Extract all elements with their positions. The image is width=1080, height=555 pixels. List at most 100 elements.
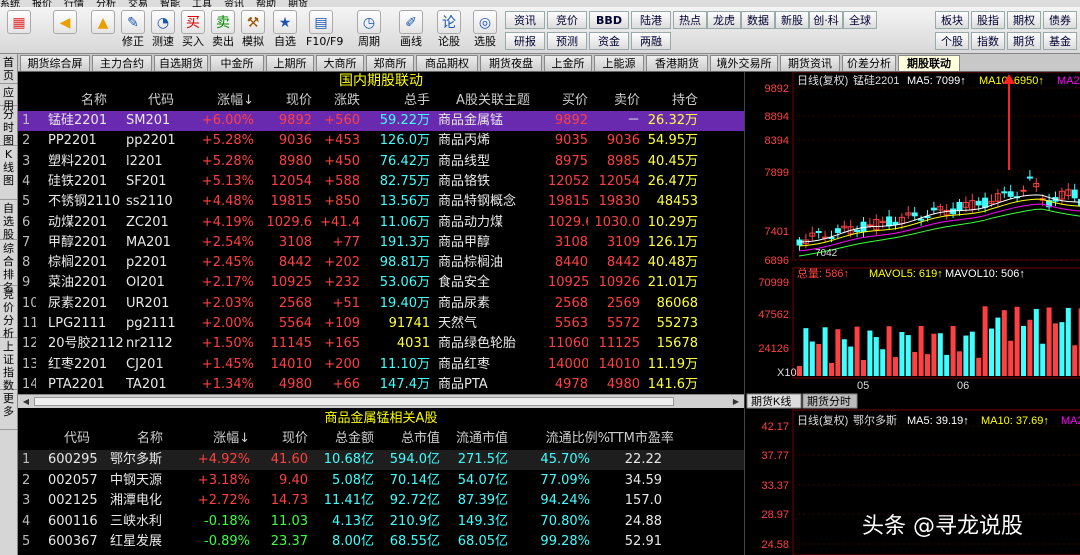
quick-link-0-6[interactable]: 数据 bbox=[741, 11, 775, 29]
menu-item[interactable]: 行情 bbox=[64, 0, 84, 7]
quick-link-1-10[interactable]: 个股 bbox=[935, 32, 969, 50]
toolbar-button-11[interactable]: ✐ 画线 bbox=[396, 10, 426, 52]
related-column-header-5[interactable]: 总市值 bbox=[378, 429, 440, 449]
tab-15[interactable]: 期股联动 bbox=[898, 55, 960, 71]
tab-7[interactable]: 商品期权 bbox=[416, 55, 478, 71]
related-column-header-7[interactable]: 流通比例% bbox=[520, 429, 610, 449]
table-row[interactable]: 11 LPG2111 pg2111 +2.00% 5564 +109 91741 天然气 556… bbox=[18, 314, 744, 334]
quick-link-1-11[interactable]: 指数 bbox=[971, 32, 1005, 50]
quick-link-1-3[interactable]: 两融 bbox=[631, 32, 671, 50]
menu-item[interactable]: 交易 bbox=[128, 0, 148, 7]
toolbar-button-13[interactable]: ◎ 选股 bbox=[470, 10, 500, 52]
table-row[interactable]: 13 红枣2201 CJ201 +1.45% 14010 +200 11.10万 商品红枣 14… bbox=[18, 355, 744, 375]
column-header-1[interactable]: 代码 bbox=[126, 91, 196, 111]
toolbar-button-2[interactable]: ▲ bbox=[88, 10, 118, 52]
tab-2[interactable]: 自选期货 bbox=[154, 55, 208, 71]
quick-link-0-7[interactable]: 新股 bbox=[775, 11, 809, 29]
scroll-thumb[interactable] bbox=[34, 397, 674, 406]
tab-11[interactable]: 香港期货 bbox=[646, 55, 708, 71]
quick-link-1-13[interactable]: 基金 bbox=[1043, 32, 1077, 50]
table-row[interactable]: 3 塑料2201 l2201 +5.28% 8980 +450 76.42万 商品线型 8975… bbox=[18, 152, 744, 172]
quick-link-0-11[interactable]: 股指 bbox=[971, 11, 1005, 29]
horizontal-scrollbar[interactable]: ◀ ▶ bbox=[18, 394, 744, 408]
left-tab-7[interactable]: 上证指数 bbox=[0, 338, 17, 392]
toolbar-button-9[interactable]: ▤ F10/F9 bbox=[306, 10, 343, 52]
toolbar-button-12[interactable]: 论论股 bbox=[434, 10, 464, 52]
menu-item[interactable]: 报价 bbox=[32, 0, 52, 7]
column-header-7[interactable]: 买价 bbox=[548, 91, 588, 111]
table-row[interactable]: 4 硅铁2201 SF201 +5.13% 12054 +588 82.75万 商品铬铁 120… bbox=[18, 172, 744, 192]
quick-link-0-2[interactable]: BBD bbox=[589, 11, 629, 29]
tab-12[interactable]: 境外交易所 bbox=[710, 55, 778, 71]
table-row[interactable]: 14 PTA2201 TA201 +1.34% 4980 +66 147.4万 商品PTA 49… bbox=[18, 375, 744, 395]
menu-item[interactable]: 分析 bbox=[96, 0, 116, 7]
related-column-header-6[interactable]: 流通市值 bbox=[444, 429, 508, 449]
column-header-8[interactable]: 卖价 bbox=[588, 91, 640, 111]
related-column-header-8[interactable]: TTM市盈率 bbox=[608, 429, 682, 449]
left-tab-6[interactable]: 竞价分析 bbox=[0, 286, 17, 340]
toolbar-button-10[interactable]: ◷ 周期 bbox=[354, 10, 384, 52]
left-tab-1[interactable]: 应用 bbox=[0, 84, 17, 112]
menu-item[interactable]: 系统 bbox=[0, 0, 20, 7]
column-header-9[interactable]: 持仓 bbox=[642, 91, 698, 111]
tab-10[interactable]: 上能源 bbox=[594, 55, 644, 71]
tab-1[interactable]: 主力合约 bbox=[92, 55, 152, 71]
menu-item[interactable]: 期货 bbox=[288, 0, 308, 7]
quick-link-0-9[interactable]: 全球 bbox=[843, 11, 877, 29]
quick-link-0-10[interactable]: 板块 bbox=[935, 11, 969, 29]
toolbar-button-6[interactable]: 卖卖出 bbox=[208, 10, 238, 52]
quick-link-1-2[interactable]: 资金 bbox=[589, 32, 629, 50]
table-row[interactable]: 10 尿素2201 UR201 +2.03% 2568 +51 19.40万 商品尿素 2568… bbox=[18, 294, 744, 314]
quick-link-0-8[interactable]: 创·科 bbox=[809, 11, 843, 29]
toolbar-button-4[interactable]: ◔ 测速 bbox=[148, 10, 178, 52]
tab-6[interactable]: 郑商所 bbox=[366, 55, 414, 71]
quick-link-0-4[interactable]: 热点 bbox=[673, 11, 707, 29]
scroll-left-icon[interactable]: ◀ bbox=[20, 396, 32, 407]
toolbar-button-0[interactable]: ▦ bbox=[4, 10, 34, 52]
related-table-row[interactable]: 1 600295 鄂尔多斯 +4.92% 41.60 10.68亿 594.0亿 271.5亿… bbox=[18, 450, 744, 471]
column-header-5[interactable]: 总手 bbox=[362, 91, 430, 111]
tab-13[interactable]: 期货资讯 bbox=[780, 55, 840, 71]
quick-link-0-0[interactable]: 资讯 bbox=[505, 11, 545, 29]
quick-link-0-5[interactable]: 龙虎 bbox=[707, 11, 741, 29]
scroll-right-icon[interactable]: ▶ bbox=[730, 396, 742, 407]
left-tab-4[interactable]: 自选股 bbox=[0, 200, 17, 241]
table-row[interactable]: 9 菜油2201 OI201 +2.17% 10925 +232 53.06万 食品安全 109… bbox=[18, 273, 744, 293]
toolbar-button-1[interactable]: ◀ bbox=[50, 10, 80, 52]
tab-14[interactable]: 价差分析 bbox=[842, 55, 896, 71]
quick-link-0-3[interactable]: 陆港 bbox=[631, 11, 671, 29]
menu-item[interactable]: 智能 bbox=[160, 0, 180, 7]
quick-link-1-12[interactable]: 期货 bbox=[1007, 32, 1041, 50]
left-tab-2[interactable]: 分时图 bbox=[0, 106, 17, 147]
table-row[interactable]: 1 锰硅2201 SM201 +6.00% 9892 +560 59.22万 商品金属锰 989… bbox=[18, 111, 744, 132]
related-table-row[interactable]: 3 002125 湘潭电化 +2.72% 14.73 11.41亿 92.72亿 87.39亿… bbox=[18, 491, 744, 511]
kline-chart-svg[interactable]: 日线(复权)锰硅2201MA5: 7099↑MA10: 6950↑MA20989… bbox=[745, 72, 1080, 555]
tab-0[interactable]: 期货综合屏 bbox=[20, 55, 90, 71]
related-table-row[interactable]: 4 600116 三峡水利 -0.18% 11.03 4.13亿 210.9亿 149.3亿 7… bbox=[18, 512, 744, 532]
related-column-header-1[interactable]: 名称 bbox=[110, 429, 190, 449]
related-table-row[interactable]: 2 002057 中钢天源 +3.18% 9.40 5.08亿 70.14亿 54.07亿 77… bbox=[18, 471, 744, 491]
menu-item[interactable]: 工具 bbox=[192, 0, 212, 7]
tab-8[interactable]: 期货夜盘 bbox=[480, 55, 542, 71]
column-header-6[interactable]: A股关联主题 bbox=[438, 91, 548, 111]
related-table-row[interactable]: 5 600367 红星发展 -0.89% 23.37 8.00亿 68.55亿 68.05亿 9… bbox=[18, 532, 744, 552]
table-row[interactable]: 7 甲醇2201 MA201 +2.54% 3108 +77 191.3万 商品甲醇 3108 3… bbox=[18, 233, 744, 253]
quick-link-1-0[interactable]: 研报 bbox=[505, 32, 545, 50]
left-tab-5[interactable]: 综合排名 bbox=[0, 240, 17, 294]
tab-3[interactable]: 中金所 bbox=[210, 55, 264, 71]
quick-link-0-12[interactable]: 期权 bbox=[1007, 11, 1041, 29]
toolbar-button-7[interactable]: ⚒ 模拟 bbox=[238, 10, 268, 52]
left-tab-0[interactable]: 首页 bbox=[0, 54, 17, 84]
left-tab-8[interactable]: 更多 bbox=[0, 390, 17, 430]
quick-link-0-13[interactable]: 债券 bbox=[1043, 11, 1077, 29]
toolbar-button-8[interactable]: ★ 自选 bbox=[270, 10, 300, 52]
menu-item[interactable]: 帮助 bbox=[256, 0, 276, 7]
column-header-3[interactable]: 现价 bbox=[256, 91, 312, 111]
toolbar-button-5[interactable]: 买买入 bbox=[178, 10, 208, 52]
quick-link-0-1[interactable]: 竞价 bbox=[547, 11, 587, 29]
tab-9[interactable]: 上金所 bbox=[544, 55, 592, 71]
column-header-4[interactable]: 涨跌 bbox=[314, 91, 360, 111]
column-header-2[interactable]: 涨幅↓ bbox=[196, 91, 254, 111]
table-row[interactable]: 6 动煤2201 ZC201 +4.19% 1029.6 +41.4 11.06万 商品动力煤… bbox=[18, 213, 744, 233]
tab-5[interactable]: 大商所 bbox=[316, 55, 364, 71]
